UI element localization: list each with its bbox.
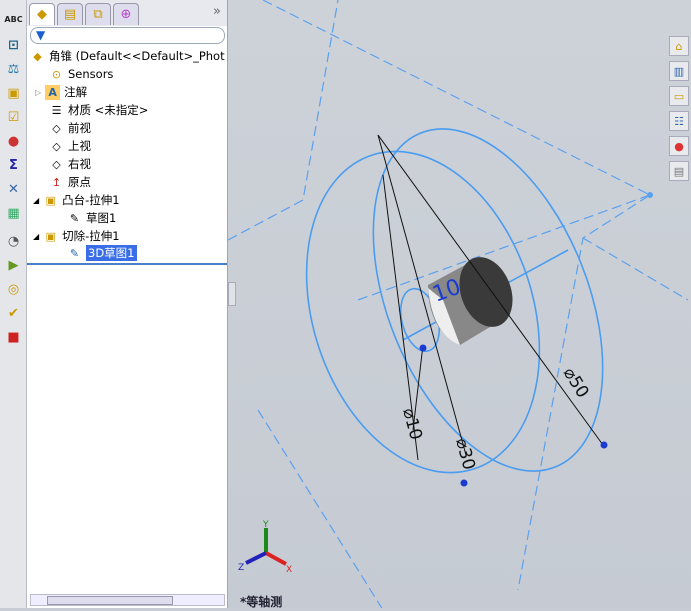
sketch-icon: ✎ (69, 211, 80, 225)
tree-item-label: 注解 (64, 85, 88, 99)
part-icon: ◆ (33, 49, 42, 63)
sketch-point[interactable] (647, 192, 653, 198)
dimension-d10[interactable]: ⌀10 (398, 406, 426, 442)
expand-panel-button[interactable]: » (213, 4, 221, 19)
tree-item-sketch1[interactable]: ✎ 草图1 (67, 209, 116, 227)
appearance-icon[interactable]: ■ (4, 328, 23, 347)
graphics-area[interactable]: 10 ⌀10 ⌀30 ⌀50 Y X Z ⌂ ▥ ▭ ☷ ● ▤ (227, 0, 691, 611)
spell-check-icon[interactable]: ABC (4, 10, 23, 29)
tree-item-boss-extrude[interactable]: ◢ ▣ 凸台-拉伸1 (33, 191, 120, 209)
plane-icon: ◇ (52, 157, 61, 171)
tab-feature-manager[interactable]: ◆ (29, 3, 55, 25)
check-icon[interactable]: ☑ (4, 108, 23, 127)
task-pane-tabs: ⌂ ▥ ▭ ☷ ● ▤ (669, 36, 691, 186)
plane-icon: ◇ (52, 121, 61, 135)
expand-icon[interactable]: ▷ (35, 88, 41, 97)
tree-item-label: 草图1 (86, 211, 117, 225)
tab-property-manager[interactable]: ▤ (57, 3, 83, 25)
performance-icon[interactable]: ● (4, 132, 23, 151)
simulation-icon[interactable]: ▶ (4, 256, 23, 275)
boss-extrude-icon: ▣ (45, 193, 56, 207)
statistics-icon[interactable]: ✕ (4, 180, 23, 199)
mass-properties-icon[interactable]: ⚖ (4, 60, 23, 79)
cut-extrude-icon: ▣ (45, 229, 56, 243)
horizontal-scrollbar[interactable] (30, 594, 225, 606)
plane-icon: ◇ (52, 139, 61, 153)
sketch-point[interactable] (460, 479, 468, 487)
appearances-icon[interactable]: ● (669, 136, 689, 156)
measure-icon[interactable]: ⊡ (4, 36, 23, 55)
tab-configuration-manager[interactable]: ⧉ (85, 3, 111, 25)
tree-item-label: Sensors (68, 67, 114, 81)
filter-icon: ▼ (36, 28, 46, 42)
tree-item-top-plane[interactable]: ◇ 上视 (49, 137, 91, 155)
annotations-icon: A (45, 84, 61, 100)
tree-item-label: 切除-拉伸1 (62, 229, 120, 243)
axis-y-label: Y (262, 520, 269, 530)
custom-properties-icon[interactable]: ▤ (669, 161, 689, 181)
sketch-point[interactable] (600, 441, 608, 449)
tree-item-label: 原点 (68, 175, 91, 189)
tree-item-front-plane[interactable]: ◇ 前视 (49, 119, 91, 137)
home-icon[interactable]: ⌂ (669, 36, 689, 56)
panel-tabs: ◆ ▤ ⧉ ⊕ » (27, 0, 227, 26)
file-explorer-icon[interactable]: ▭ (669, 86, 689, 106)
tree-item-label: 材质 <未指定> (68, 103, 149, 117)
collapse-icon[interactable]: ◢ (33, 196, 39, 205)
tree-item-label: 右视 (68, 157, 91, 171)
sum-icon[interactable]: Σ (4, 156, 23, 175)
scrollbar-thumb[interactable] (47, 596, 173, 605)
view-palette-icon[interactable]: ☷ (669, 111, 689, 131)
model-view: 10 ⌀10 ⌀30 ⌀50 Y X Z (227, 0, 689, 611)
tree-item-right-plane[interactable]: ◇ 右视 (49, 155, 91, 173)
feature-manager: ◆ ▤ ⧉ ⊕ » ▼ ◆ 角锥 (Default<<Default>_Phot … (27, 0, 228, 608)
axis-x-label: X (286, 565, 292, 575)
tree-item-material[interactable]: ☰ 材质 <未指定> (49, 101, 149, 119)
tree-item-annotations[interactable]: ▷ A 注解 (35, 83, 87, 101)
tree-item-sensors[interactable]: ⊙ Sensors (49, 65, 114, 83)
tree-item-label: 上视 (68, 139, 91, 153)
tree-item-cut-extrude[interactable]: ◢ ▣ 切除-拉伸1 (33, 227, 120, 245)
tree-item-3d-sketch[interactable]: ✎ 3D草图1 (67, 244, 137, 262)
rollback-bar[interactable] (27, 263, 227, 265)
table-icon[interactable]: ▦ (4, 204, 23, 223)
dimension-d30[interactable]: ⌀30 (451, 436, 479, 472)
left-toolbar: ABC ⊡ ⚖ ▣ ☑ ● Σ ✕ ▦ ◔ ▶ ◎ ✔ ■ (0, 0, 27, 608)
gauge-icon[interactable]: ◔ (4, 232, 23, 251)
tree-item-label: 前视 (68, 121, 91, 135)
view-orientation-label: *等轴测 (240, 595, 283, 609)
circle-d30 (305, 150, 541, 474)
dimension-d50[interactable]: ⌀50 (559, 364, 593, 402)
ok-icon[interactable]: ✔ (4, 304, 23, 323)
tree-item-origin[interactable]: ↥ 原点 (49, 173, 91, 191)
filter-input[interactable]: ▼ (30, 27, 225, 44)
tree-item-label: 凸台-拉伸1 (62, 193, 120, 207)
collapse-icon[interactable]: ◢ (33, 232, 39, 241)
sensors-icon: ⊙ (51, 67, 62, 81)
tree-root-label: 角锥 (Default<<Default>_Phot (49, 49, 225, 63)
3d-sketch-icon: ✎ (69, 246, 80, 260)
panel-collapse-handle[interactable] (228, 282, 236, 306)
tab-dimxpert[interactable]: ⊕ (113, 3, 139, 25)
tree-root[interactable]: ◆ 角锥 (Default<<Default>_Phot (30, 47, 225, 65)
material-icon: ☰ (51, 103, 62, 117)
axis-z-label: Z (238, 563, 244, 573)
sketch-point[interactable] (419, 344, 427, 352)
section-icon[interactable]: ▣ (4, 84, 23, 103)
origin-icon: ↥ (51, 175, 62, 189)
design-library-icon[interactable]: ▥ (669, 61, 689, 81)
compare-icon[interactable]: ◎ (4, 280, 23, 299)
tree-item-label: 3D草图1 (86, 245, 137, 261)
triad: Y X Z (238, 520, 292, 575)
